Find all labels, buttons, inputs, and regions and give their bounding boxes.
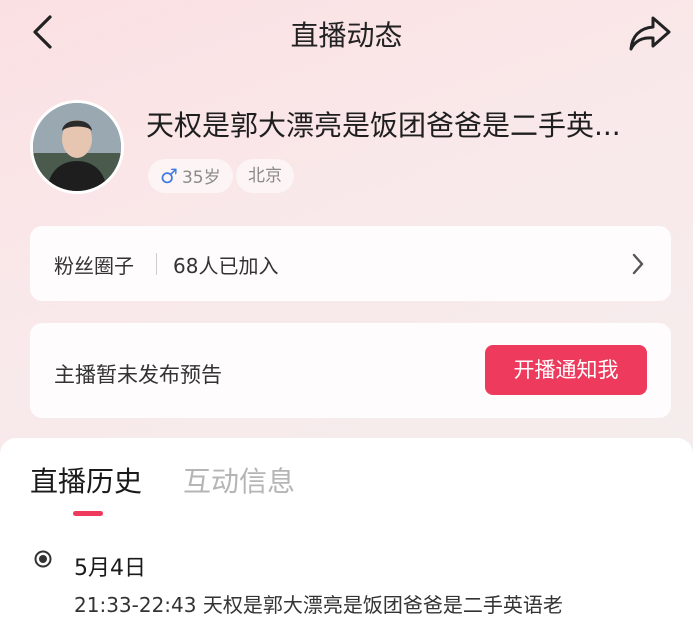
tab-live-history[interactable]: 直播历史: [30, 460, 142, 500]
avatar[interactable]: [30, 100, 124, 194]
anchor-name: 天权是郭大漂亮是饭团爸爸是二手英...: [146, 109, 621, 142]
age-text: 35岁: [181, 168, 221, 188]
tab-interaction-info[interactable]: 互动信息: [183, 460, 295, 500]
history-panel: 直播历史 互动信息 5月4日 21:33-22:43 天权是郭大漂亮是饭团爸爸是…: [0, 438, 693, 638]
avatar-photo: [33, 103, 121, 191]
active-tab-indicator: [73, 511, 103, 516]
notify-me-button[interactable]: 开播通知我: [485, 345, 647, 395]
divider: [156, 253, 157, 275]
page-title: 直播动态: [290, 19, 403, 52]
fans-circle-count: 68人已加入: [173, 254, 279, 278]
history-date: 5月4日: [74, 556, 146, 581]
gender-age-tag: ♂ 35岁: [148, 159, 233, 193]
chevron-right-icon: [632, 253, 644, 275]
timeline-dot-icon: [34, 550, 52, 568]
male-icon: ♂: [160, 164, 178, 188]
share-arrow-icon: [629, 16, 671, 51]
city-tag: 北京: [236, 159, 294, 193]
live-preview-card: 主播暂未发布预告 开播通知我: [30, 323, 671, 418]
fans-circle-label: 粉丝圈子: [54, 254, 134, 278]
top-bar: 直播动态: [0, 0, 693, 66]
preview-status-text: 主播暂未发布预告: [54, 363, 222, 387]
share-button[interactable]: [627, 10, 673, 56]
fans-circle-card[interactable]: 粉丝圈子 68人已加入: [30, 226, 671, 301]
